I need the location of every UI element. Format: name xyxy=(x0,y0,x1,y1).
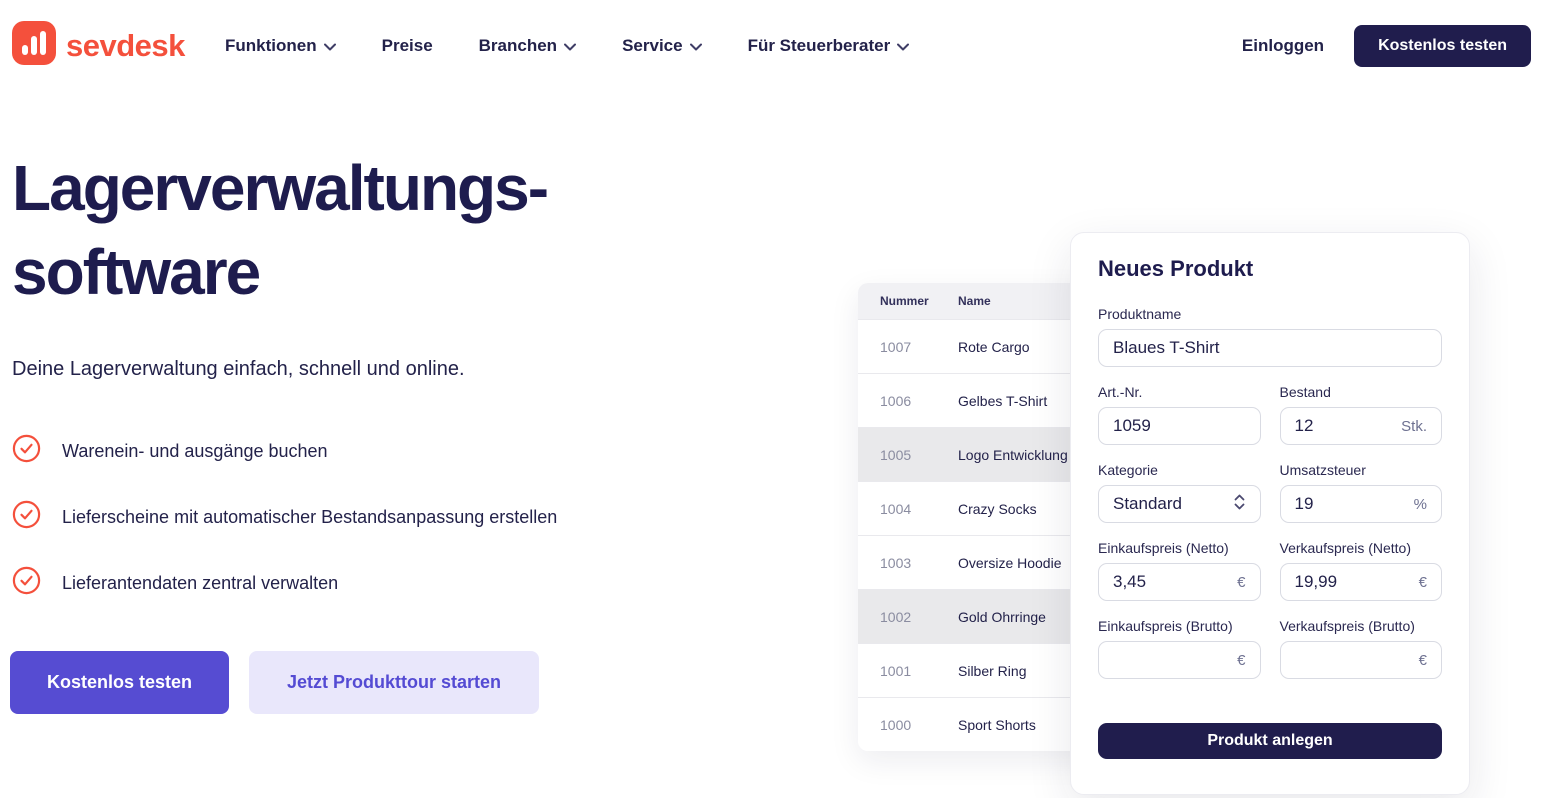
login-link[interactable]: Einloggen xyxy=(1242,36,1324,56)
column-header-nummer: Nummer xyxy=(858,294,958,308)
brutto-row: Einkaufspreis (Brutto) € Verkaufspreis (… xyxy=(1098,618,1442,679)
umsatzsteuer-label: Umsatzsteuer xyxy=(1280,462,1443,478)
chevron-down-icon xyxy=(897,36,909,56)
kategorie-select[interactable]: Standard xyxy=(1098,485,1261,523)
artnr-input[interactable] xyxy=(1113,416,1246,436)
free-trial-button[interactable]: Kostenlos testen xyxy=(10,651,229,714)
nav-menu: Funktionen Preise Branchen Service Für S… xyxy=(225,0,909,92)
create-product-button[interactable]: Produkt anlegen xyxy=(1098,723,1442,759)
netto-row: Einkaufspreis (Netto) € Verkaufspreis (N… xyxy=(1098,540,1442,601)
bestand-field-wrap: Stk. xyxy=(1280,407,1443,445)
umsatzsteuer-field-wrap: % xyxy=(1280,485,1443,523)
bestand-unit-suffix: Stk. xyxy=(1401,418,1427,435)
nav-item-service[interactable]: Service xyxy=(622,36,702,56)
bestand-input[interactable] xyxy=(1295,416,1402,436)
sevdesk-wordmark: sevdesk xyxy=(66,28,185,64)
euro-suffix: € xyxy=(1237,574,1245,591)
hero-subtitle: Deine Lagerverwaltung einfach, schnell u… xyxy=(12,358,465,381)
nav-item-branchen[interactable]: Branchen xyxy=(479,36,576,56)
percent-suffix: % xyxy=(1414,496,1427,513)
kategorie-group: Kategorie Standard xyxy=(1098,462,1261,523)
sevdesk-logo[interactable]: sevdesk xyxy=(12,21,185,70)
card-title: Neues Produkt xyxy=(1098,256,1442,282)
new-product-card: Neues Produkt Produktname Art.-Nr. Besta… xyxy=(1070,232,1470,795)
produktname-label: Produktname xyxy=(1098,306,1442,322)
produktname-field-wrap xyxy=(1098,329,1442,367)
produktname-group: Produktname xyxy=(1098,306,1442,367)
vk-brutto-group: Verkaufspreis (Brutto) € xyxy=(1280,618,1443,679)
ek-brutto-label: Einkaufspreis (Brutto) xyxy=(1098,618,1261,634)
checklist-item: Warenein- und ausgänge buchen xyxy=(12,434,557,468)
check-circle-icon xyxy=(12,566,41,600)
produktname-input[interactable] xyxy=(1113,338,1427,358)
vk-brutto-input[interactable] xyxy=(1295,650,1419,670)
ek-brutto-group: Einkaufspreis (Brutto) € xyxy=(1098,618,1261,679)
check-circle-icon xyxy=(12,434,41,468)
vk-netto-input[interactable] xyxy=(1295,572,1419,592)
hero-cta-row: Kostenlos testen Jetzt Produkttour start… xyxy=(10,651,539,714)
umsatzsteuer-input[interactable] xyxy=(1295,494,1414,514)
landing-page: sevdesk Funktionen Preise Branchen Servi… xyxy=(0,0,1545,798)
nav-item-preise[interactable]: Preise xyxy=(382,36,433,56)
kategorie-steuer-row: Kategorie Standard Umsatzsteuer % xyxy=(1098,462,1442,523)
nav-item-steuerberater[interactable]: Für Steuerberater xyxy=(748,36,910,56)
nav-free-trial-button[interactable]: Kostenlos testen xyxy=(1354,25,1531,67)
ek-netto-input[interactable] xyxy=(1113,572,1237,592)
ek-netto-group: Einkaufspreis (Netto) € xyxy=(1098,540,1261,601)
chevron-down-icon xyxy=(324,36,336,56)
top-navigation: sevdesk Funktionen Preise Branchen Servi… xyxy=(0,0,1545,92)
ek-brutto-input[interactable] xyxy=(1113,650,1237,670)
chevron-down-icon xyxy=(564,36,576,56)
checklist-item: Lieferscheine mit automatischer Bestands… xyxy=(12,500,557,534)
feature-checklist: Warenein- und ausgänge buchen Liefersche… xyxy=(12,434,557,600)
sevdesk-logo-icon xyxy=(12,21,56,70)
euro-suffix: € xyxy=(1237,652,1245,669)
vk-brutto-field-wrap: € xyxy=(1280,641,1443,679)
bestand-group: Bestand Stk. xyxy=(1280,384,1443,445)
vk-netto-field-wrap: € xyxy=(1280,563,1443,601)
vk-netto-group: Verkaufspreis (Netto) € xyxy=(1280,540,1443,601)
artnr-label: Art.-Nr. xyxy=(1098,384,1261,400)
page-title: Lagerverwaltungs- software xyxy=(12,146,547,314)
vk-netto-label: Verkaufspreis (Netto) xyxy=(1280,540,1443,556)
euro-suffix: € xyxy=(1419,652,1427,669)
ek-netto-field-wrap: € xyxy=(1098,563,1261,601)
checklist-item: Lieferantendaten zentral verwalten xyxy=(12,566,557,600)
nav-right-group: Einloggen Kostenlos testen xyxy=(1242,0,1531,92)
nav-item-funktionen[interactable]: Funktionen xyxy=(225,36,336,56)
check-circle-icon xyxy=(12,500,41,534)
artnr-field-wrap xyxy=(1098,407,1261,445)
product-tour-button[interactable]: Jetzt Produkttour starten xyxy=(249,651,539,714)
ek-netto-label: Einkaufspreis (Netto) xyxy=(1098,540,1261,556)
euro-suffix: € xyxy=(1419,574,1427,591)
artnr-group: Art.-Nr. xyxy=(1098,384,1261,445)
chevron-down-icon xyxy=(690,36,702,56)
umsatzsteuer-group: Umsatzsteuer % xyxy=(1280,462,1443,523)
vk-brutto-label: Verkaufspreis (Brutto) xyxy=(1280,618,1443,634)
artnr-bestand-row: Art.-Nr. Bestand Stk. xyxy=(1098,384,1442,445)
ek-brutto-field-wrap: € xyxy=(1098,641,1261,679)
chevron-up-down-icon xyxy=(1233,493,1246,516)
column-header-name: Name xyxy=(958,294,991,308)
kategorie-label: Kategorie xyxy=(1098,462,1261,478)
bestand-label: Bestand xyxy=(1280,384,1443,400)
